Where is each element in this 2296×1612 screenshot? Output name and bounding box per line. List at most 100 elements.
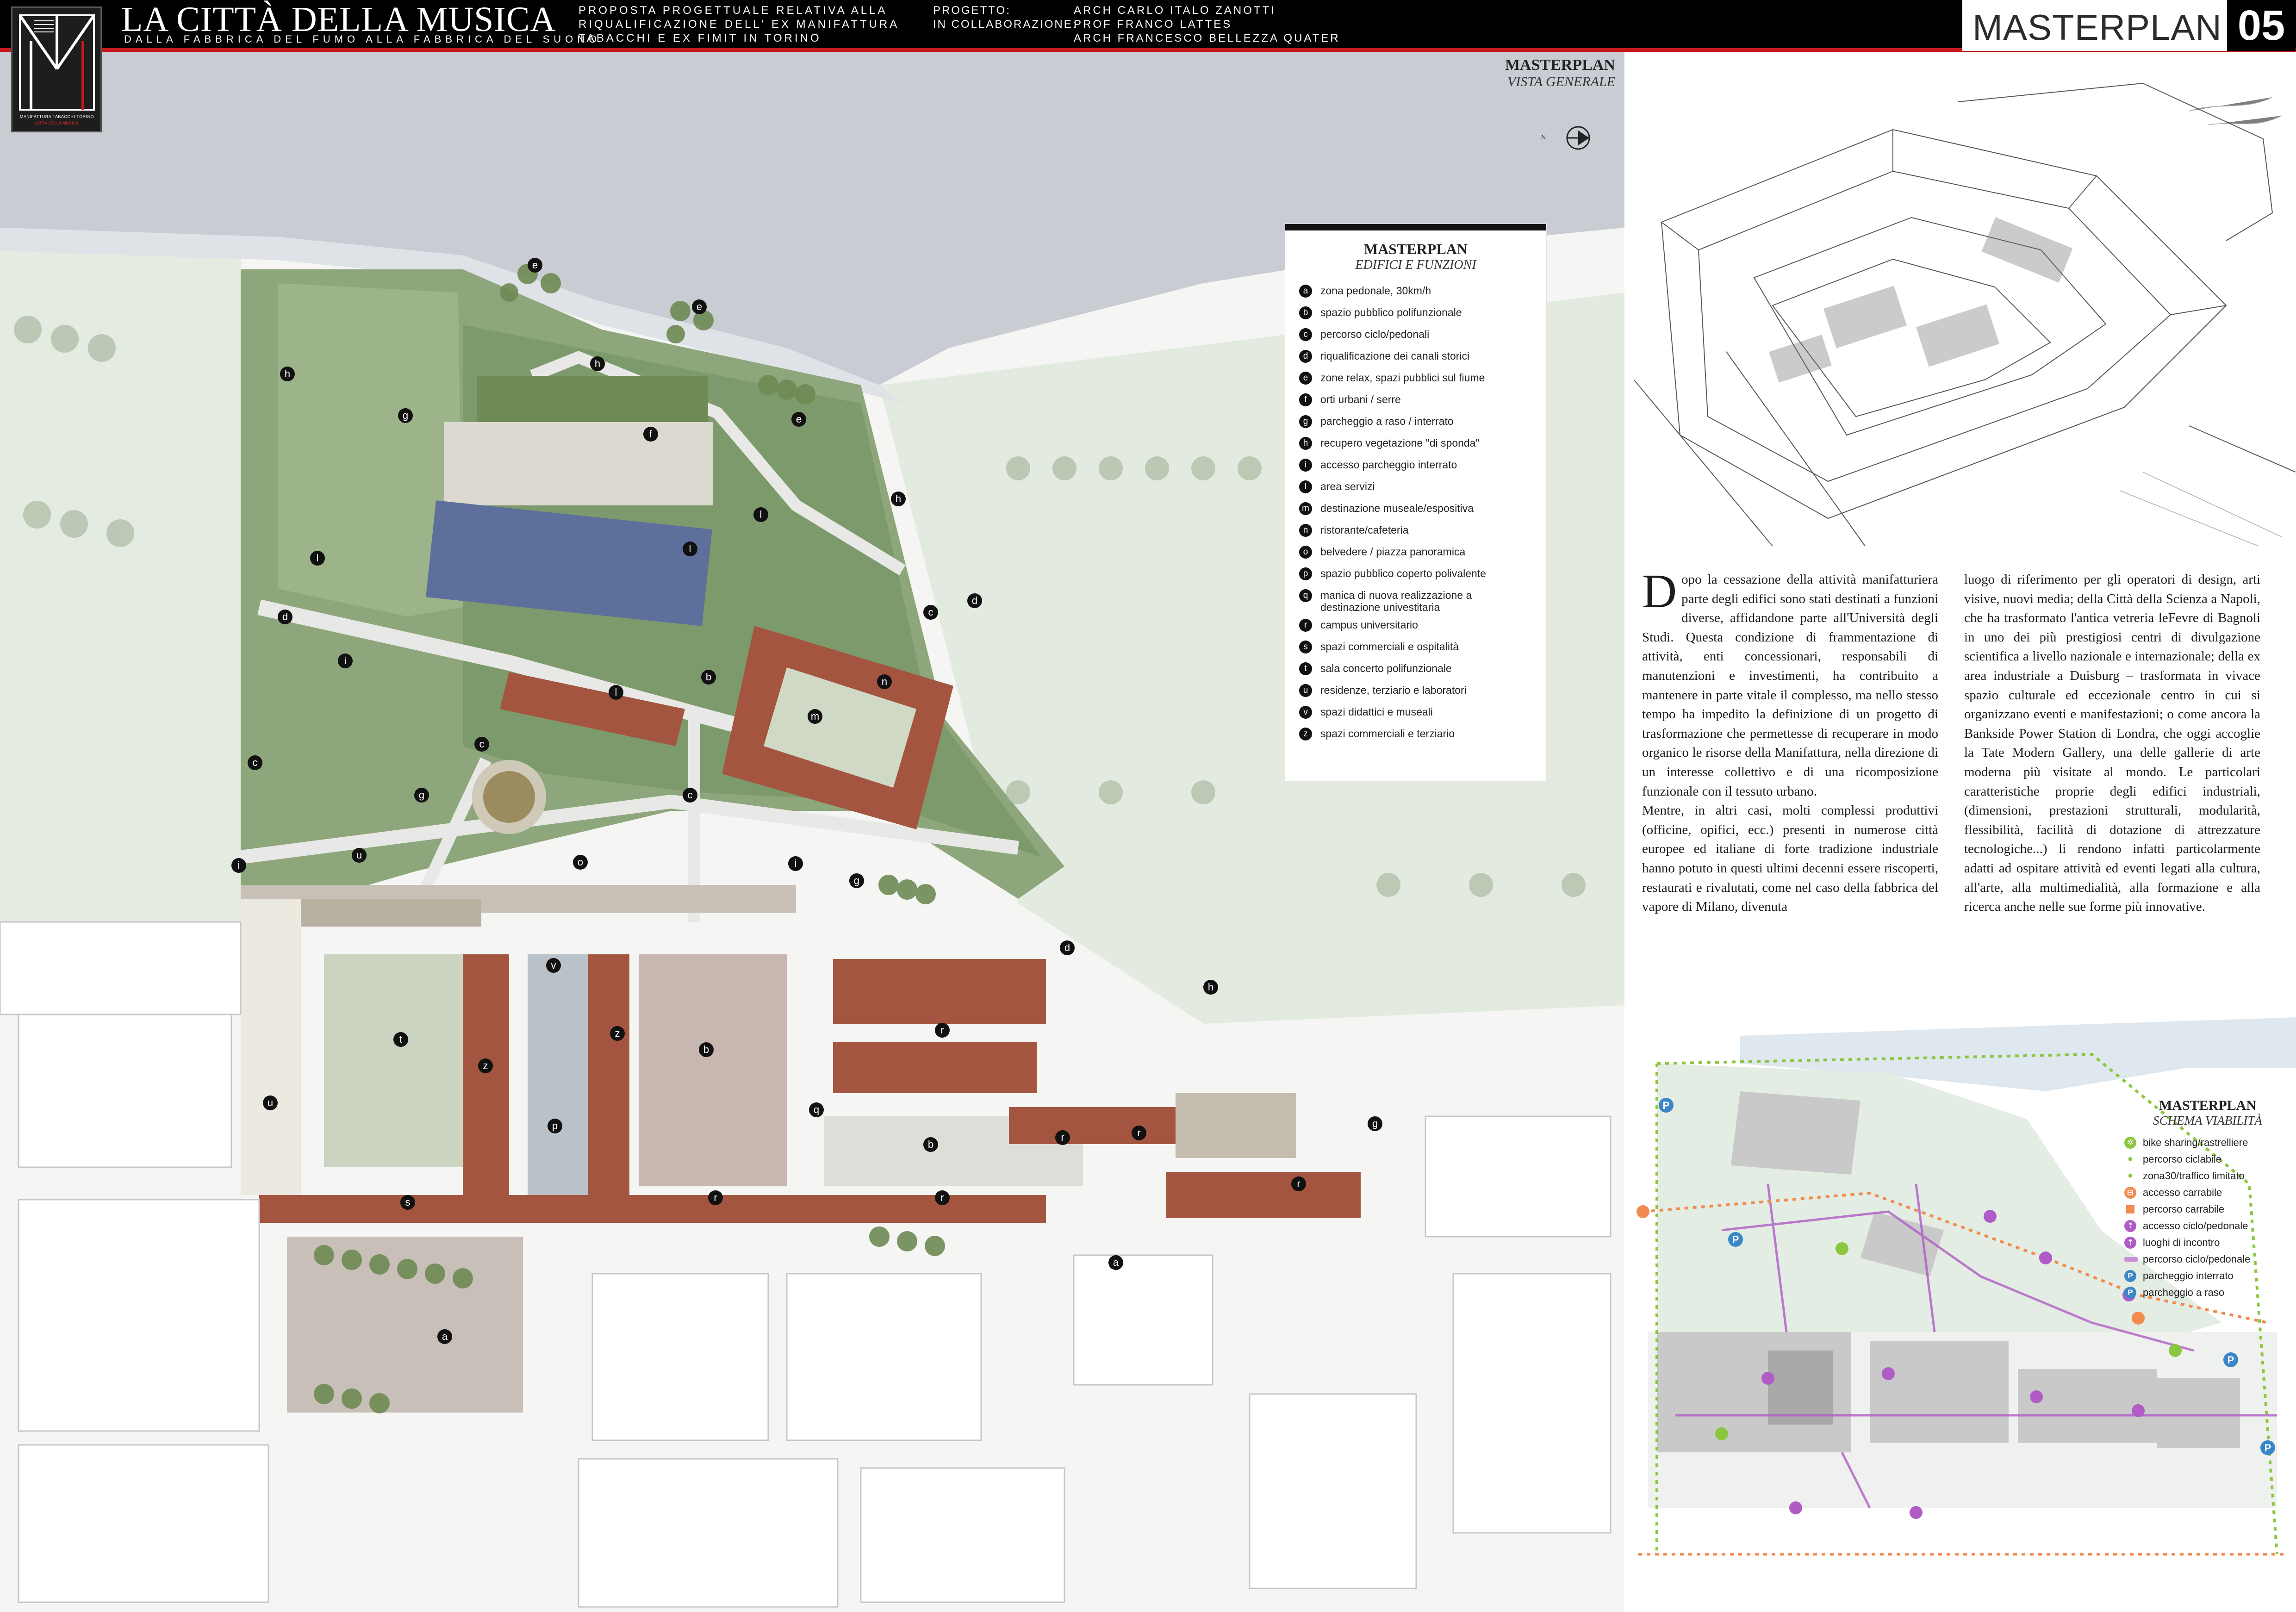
map-marker-n[interactable]: n	[877, 674, 892, 689]
legend-list: a zona pedonale, 30km/h b spazio pubblico …	[1285, 285, 1546, 749]
legend-item: i accesso parcheggio interrato	[1299, 459, 1546, 480]
map-marker-h[interactable]: h	[280, 367, 295, 381]
description-line: PROPOSTA PROGETTUALE RELATIVA ALLA	[579, 4, 888, 17]
map-marker-b[interactable]: b	[699, 1042, 714, 1057]
map-marker-b[interactable]: b	[923, 1137, 938, 1152]
map-marker-t[interactable]: t	[393, 1032, 408, 1047]
legend-label: area servizi	[1320, 480, 1375, 492]
credits-labels: PROGETTO: IN COLLABORAZIONE:	[933, 4, 1077, 31]
car-access-icon: ⊟	[2124, 1187, 2136, 1199]
map-marker-r[interactable]: r	[935, 1190, 950, 1205]
legend-label: spazio pubblico polifunzionale	[1320, 306, 1462, 318]
legend-key: i	[1299, 459, 1312, 472]
legend-key: s	[1299, 641, 1312, 654]
legend-label: riqualificazione dei canali storici	[1320, 350, 1470, 362]
map-marker-h[interactable]: h	[891, 492, 906, 506]
legend-key: t	[1299, 662, 1312, 675]
map-marker-i[interactable]: i	[338, 654, 353, 668]
map-marker-q[interactable]: q	[809, 1102, 824, 1117]
legend-key: b	[1299, 306, 1312, 319]
header-bar: LA CITTÀ DELLA MUSICA DALLA FABBRICA DEL…	[0, 0, 2296, 52]
map-marker-c[interactable]: c	[683, 788, 697, 803]
legend-item: d riqualificazione dei canali storici	[1299, 350, 1546, 372]
map-marker-c[interactable]: c	[474, 737, 489, 752]
legend-label: sala concerto polifunzionale	[1320, 662, 1452, 674]
bike-sharing-icon: ✲	[2124, 1137, 2136, 1149]
map-marker-u[interactable]: u	[263, 1095, 278, 1110]
credits-name: ARCH FRANCESCO BELLEZZA QUATER	[1074, 32, 1340, 44]
cycle-path-icon: •	[2128, 1151, 2133, 1167]
legend-label: accesso parcheggio interrato	[1320, 459, 1457, 471]
map-marker-e[interactable]: e	[692, 299, 707, 314]
map-marker-a[interactable]: a	[1108, 1255, 1123, 1270]
map-marker-z[interactable]: z	[610, 1026, 625, 1041]
legend-key: h	[1299, 437, 1312, 450]
map-marker-d[interactable]: d	[278, 610, 292, 624]
map-marker-m[interactable]: m	[808, 709, 822, 724]
logo-text: MANIFATTURA TABACCHI TORINO	[19, 114, 94, 119]
description-column-2: luogo di riferimento per gli operatori d…	[1964, 570, 2260, 917]
viability-legend-item: ⇡ accesso ciclo/pedonale	[2124, 1218, 2291, 1234]
legend-item: a zona pedonale, 30km/h	[1299, 285, 1546, 306]
map-marker-c[interactable]: c	[248, 755, 262, 770]
map-marker-c[interactable]: c	[923, 605, 938, 620]
legend-label: belvedere / piazza panoramica	[1320, 546, 1466, 558]
viability-legend-label: accesso carrabile	[2143, 1187, 2222, 1198]
legend-item: m destinazione museale/espositiva	[1299, 502, 1546, 524]
legend-key: q	[1299, 589, 1312, 602]
map-marker-r[interactable]: r	[1291, 1176, 1306, 1191]
map-marker-d[interactable]: d	[967, 593, 982, 608]
map-marker-d[interactable]: d	[1060, 940, 1075, 955]
map-marker-l[interactable]: l	[753, 507, 768, 522]
aerial-sketch-image	[1634, 56, 2296, 546]
map-marker-l[interactable]: l	[609, 685, 623, 700]
map-marker-l[interactable]: l	[310, 551, 325, 566]
map-marker-g[interactable]: g	[414, 788, 429, 803]
legend-key: u	[1299, 684, 1312, 697]
credits-label: IN COLLABORAZIONE:	[933, 18, 1077, 31]
viability-legend-title: MASTERPLAN	[2159, 1098, 2256, 1113]
map-marker-r[interactable]: r	[708, 1190, 723, 1205]
legend-key: p	[1299, 567, 1312, 580]
map-marker-h[interactable]: h	[1203, 980, 1218, 995]
viability-legend-item: percorso carrabile	[2124, 1201, 2291, 1218]
parking-icon: P	[2265, 1442, 2271, 1454]
map-marker-u[interactable]: u	[352, 848, 367, 863]
viability-legend-label: luoghi di incontro	[2143, 1237, 2220, 1248]
map-marker-i[interactable]: i	[788, 856, 803, 871]
viability-legend-label: accesso ciclo/pedonale	[2143, 1220, 2248, 1232]
map-marker-l[interactable]: l	[683, 541, 697, 556]
map-marker-g[interactable]: g	[849, 873, 864, 888]
map-marker-s[interactable]: s	[400, 1195, 415, 1210]
legend-item: l area servizi	[1299, 480, 1546, 502]
map-marker-v[interactable]: v	[546, 958, 561, 973]
map-marker-r[interactable]: r	[935, 1023, 950, 1038]
map-marker-e[interactable]: e	[791, 412, 806, 427]
map-marker-i[interactable]: i	[231, 858, 246, 873]
compass-label: N	[1541, 133, 1546, 141]
map-marker-p[interactable]: p	[548, 1119, 562, 1133]
viability-legend-item: P parcheggio a raso	[2124, 1284, 2291, 1301]
map-marker-g[interactable]: g	[398, 408, 413, 423]
masterplan-map: N MASTERPLAN VISTA GENERALE a a b b b c …	[0, 52, 1624, 1612]
legend-label: spazi commerciali e terziario	[1320, 728, 1455, 740]
legend-item: v spazi didattici e museali	[1299, 706, 1546, 728]
header-accent-line	[0, 48, 2296, 52]
map-marker-a[interactable]: a	[437, 1329, 452, 1344]
map-marker-g[interactable]: g	[1368, 1116, 1382, 1131]
map-marker-f[interactable]: f	[643, 427, 658, 442]
legend-item: b spazio pubblico polifunzionale	[1299, 306, 1546, 328]
pedestrian-access-icon: ⇡	[2124, 1220, 2136, 1232]
map-marker-o[interactable]: o	[573, 855, 588, 870]
project-description: PROPOSTA PROGETTUALE RELATIVA ALLA RIQUA…	[579, 4, 899, 45]
map-marker-h[interactable]: h	[590, 356, 605, 371]
map-marker-z[interactable]: z	[478, 1058, 493, 1073]
legend-key: a	[1299, 285, 1312, 298]
legend-item: p spazio pubblico coperto polivalente	[1299, 567, 1546, 589]
map-marker-b[interactable]: b	[701, 670, 716, 685]
map-marker-r[interactable]: r	[1132, 1126, 1146, 1140]
viability-legend-label: percorso ciclo/pedonale	[2143, 1253, 2251, 1265]
map-marker-e[interactable]: e	[528, 258, 542, 273]
legend-item: r campus universitario	[1299, 619, 1546, 641]
map-marker-r[interactable]: r	[1055, 1130, 1070, 1145]
